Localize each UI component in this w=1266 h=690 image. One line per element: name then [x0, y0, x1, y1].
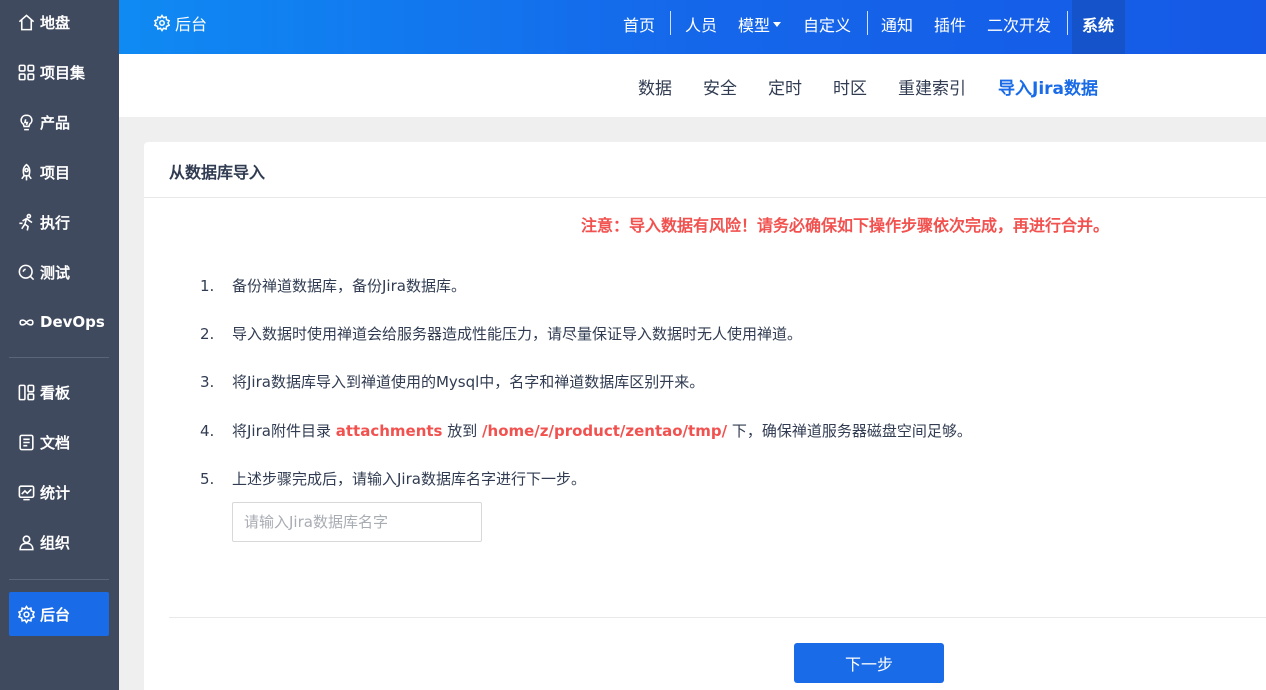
- topnav-system[interactable]: 系统: [1082, 12, 1114, 36]
- user-icon: [16, 532, 36, 552]
- topnav-plugin[interactable]: 插件: [934, 12, 966, 36]
- sidebar-item-label: 地盘: [40, 13, 71, 32]
- topnav-separator: [670, 11, 671, 35]
- sidebar-item-bi[interactable]: 统计: [9, 470, 109, 514]
- sidebar-item-label: 产品: [40, 113, 71, 132]
- step-text: 上述步骤完成后，请输入Jira数据库名字进行下一步。: [232, 470, 586, 488]
- topnav-separator: [1067, 11, 1068, 35]
- step-number: 4.: [200, 422, 215, 440]
- step-item: 1. 备份禅道数据库，备份Jira数据库。: [200, 275, 466, 296]
- sub-nav: 数据 安全 定时 时区 重建索引 导入Jira数据: [119, 54, 1266, 117]
- run-icon: [16, 212, 36, 232]
- sidebar-item-qa[interactable]: 测试: [9, 250, 109, 294]
- home-icon: [16, 12, 36, 32]
- sidebar-item-label: 测试: [40, 263, 71, 282]
- kanban-icon: [16, 382, 36, 402]
- tab-import-jira[interactable]: 导入Jira数据: [998, 74, 1098, 99]
- sidebar-item-label: 统计: [40, 483, 71, 502]
- sidebar-item-product[interactable]: 产品: [9, 100, 109, 144]
- step-item: 2. 导入数据时使用禅道会给服务器造成性能压力，请尽量保证导入数据时无人使用禅道。: [200, 323, 802, 344]
- tab-timezone[interactable]: 时区: [833, 74, 867, 99]
- top-header: 后台 首页 人员 模型 自定义 通知 插件 二次开发 系统: [119, 0, 1266, 54]
- step-item: 4. 将Jira附件目录 attachments 放到 /home/z/produ…: [200, 420, 972, 441]
- sidebar-item-my[interactable]: 地盘: [9, 0, 109, 44]
- step-text: 将Jira数据库导入到禅道使用的Mysql中，名字和禅道数据库区别开来。: [232, 373, 705, 391]
- chevron-down-icon: [773, 22, 782, 27]
- sidebar: 地盘 项目集 产品 项目 执行 测试 DevOps 看板 文档 统计 组织 后台: [0, 0, 119, 690]
- step-item: 3. 将Jira数据库导入到禅道使用的Mysql中，名字和禅道数据库区别开来。: [200, 371, 704, 392]
- sidebar-item-label: 项目集: [40, 63, 86, 82]
- step-number: 3.: [200, 373, 215, 391]
- topnav-separator: [867, 11, 868, 35]
- jira-db-name-input[interactable]: [232, 502, 482, 542]
- next-step-button[interactable]: 下一步: [794, 643, 944, 683]
- gear-icon: [16, 604, 36, 624]
- import-panel: 从数据库导入 注意：导入数据有风险！请务必确保如下操作步骤依次完成，再进行合并。…: [144, 142, 1266, 690]
- tab-cron[interactable]: 定时: [768, 74, 802, 99]
- chart-icon: [16, 482, 36, 502]
- step-text: 下，确保禅道服务器磁盘空间足够。: [727, 422, 972, 440]
- topnav-dev[interactable]: 二次开发: [987, 12, 1051, 36]
- step-number: 1.: [200, 277, 215, 295]
- sidebar-divider: [9, 579, 109, 580]
- sidebar-item-admin[interactable]: 后台: [9, 592, 109, 636]
- panel-title: 从数据库导入: [169, 163, 266, 182]
- sidebar-item-label: 文档: [40, 433, 71, 452]
- sidebar-item-label: 项目: [40, 163, 71, 182]
- sidebar-item-devops[interactable]: DevOps: [9, 300, 109, 344]
- sidebar-item-label: 看板: [40, 383, 71, 402]
- sidebar-item-execution[interactable]: 执行: [9, 200, 109, 244]
- step-number: 2.: [200, 325, 215, 343]
- step-text: 将Jira附件目录: [232, 422, 336, 440]
- grid-icon: [16, 62, 36, 82]
- sidebar-item-label: 组织: [40, 533, 71, 552]
- sidebar-item-label: DevOps: [40, 313, 105, 331]
- sidebar-item-kanban[interactable]: 看板: [9, 370, 109, 414]
- step-item: 5. 上述步骤完成后，请输入Jira数据库名字进行下一步。: [200, 468, 586, 489]
- tmp-path: /home/z/product/zentao/tmp/: [482, 422, 728, 440]
- attachments-path: attachments: [335, 422, 443, 440]
- topnav-custom[interactable]: 自定义: [803, 12, 851, 36]
- tab-safe[interactable]: 安全: [703, 74, 737, 99]
- top-nav: 首页 人员 模型 自定义 通知 插件 二次开发 系统: [119, 0, 1266, 45]
- topnav-model-label: 模型: [738, 16, 771, 35]
- sidebar-divider: [9, 357, 109, 358]
- divider: [144, 197, 1266, 198]
- step-text: 导入数据时使用禅道会给服务器造成性能压力，请尽量保证导入数据时无人使用禅道。: [232, 325, 803, 343]
- lightbulb-icon: [16, 112, 36, 132]
- sidebar-item-project[interactable]: 项目: [9, 150, 109, 194]
- warning-text: 注意：导入数据有风险！请务必确保如下操作步骤依次完成，再进行合并。: [581, 216, 1110, 235]
- step-text: 放到: [442, 422, 483, 440]
- topnav-home[interactable]: 首页: [623, 12, 655, 36]
- sidebar-item-doc[interactable]: 文档: [9, 420, 109, 464]
- sidebar-item-label: 后台: [40, 605, 71, 624]
- step-text: 备份禅道数据库，备份Jira数据库。: [232, 277, 466, 295]
- tab-rebuild-index[interactable]: 重建索引: [898, 74, 966, 99]
- rocket-icon: [16, 162, 36, 182]
- sidebar-item-company[interactable]: 组织: [9, 520, 109, 564]
- topnav-model[interactable]: 模型: [738, 12, 782, 36]
- document-icon: [16, 432, 36, 452]
- topnav-notify[interactable]: 通知: [881, 12, 913, 36]
- search-bug-icon: [16, 262, 36, 282]
- sidebar-item-program[interactable]: 项目集: [9, 50, 109, 94]
- infinity-icon: [16, 312, 36, 332]
- step-number: 5.: [200, 470, 215, 488]
- tab-data[interactable]: 数据: [638, 74, 672, 99]
- divider: [169, 617, 1266, 618]
- sidebar-item-label: 执行: [40, 213, 71, 232]
- topnav-people[interactable]: 人员: [685, 12, 717, 36]
